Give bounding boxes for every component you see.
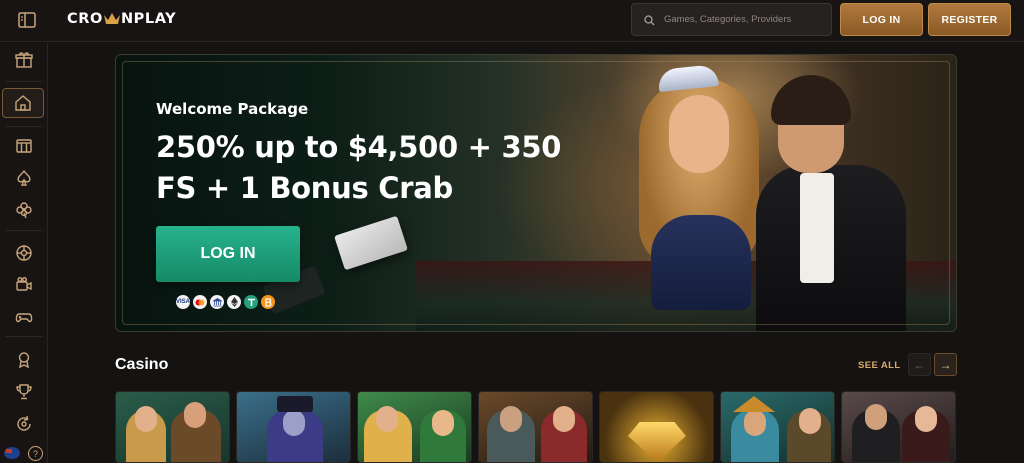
- crown-icon: [103, 13, 120, 24]
- logo-text-right: NPLAY: [120, 11, 177, 27]
- logo-text-left: CRO: [67, 11, 103, 27]
- promo-banner[interactable]: Welcome Package 250% up to $4,500 + 350 …: [115, 54, 957, 332]
- bank-icon: [210, 295, 224, 309]
- game-tile-top-hat-gentleman[interactable]: [236, 391, 351, 463]
- spade-icon: [17, 169, 31, 186]
- home-icon: [15, 95, 31, 111]
- roulette-icon: [16, 245, 32, 261]
- help-button[interactable]: ?: [28, 446, 43, 461]
- ethereum-icon: [227, 295, 241, 309]
- game-tile-leprechaun-girl[interactable]: [357, 391, 472, 463]
- game-tile-aztec-warriors[interactable]: [720, 391, 835, 463]
- sidebar-item-cashback[interactable]: [0, 409, 48, 439]
- sidebar-item-games[interactable]: [0, 302, 48, 332]
- header: CRO NPLAY LOG IN REGISTER: [0, 0, 1024, 42]
- sidebar-item-live-casino[interactable]: [0, 270, 48, 300]
- trophy-icon: [16, 384, 32, 400]
- gamepad-icon: [15, 313, 33, 323]
- casino-section-title: Casino: [115, 356, 169, 373]
- playing-card-image: [334, 215, 408, 271]
- woman-dress-image: [651, 215, 751, 310]
- sidebar-item-home[interactable]: [2, 88, 44, 118]
- sidebar-item-table-games[interactable]: [0, 163, 48, 193]
- sidebar-item-vip[interactable]: [0, 345, 48, 375]
- sidebar: [0, 43, 48, 463]
- search-box[interactable]: [631, 3, 832, 36]
- search-input[interactable]: [664, 4, 829, 35]
- sidebar-item-slots[interactable]: [0, 131, 48, 161]
- slot-machine-icon: [16, 139, 32, 153]
- sidebar-toggle-icon[interactable]: [17, 11, 37, 29]
- carousel-prev-button[interactable]: ←: [908, 353, 931, 376]
- mastercard-icon: [193, 295, 207, 309]
- banner-title: 250% up to $4,500 + 350 FS + 1 Bonus Cra…: [156, 130, 562, 205]
- payment-methods: VISA: [176, 295, 275, 309]
- search-icon: [644, 15, 655, 26]
- sidebar-item-lucky[interactable]: [0, 195, 48, 225]
- man-hair-image: [771, 75, 851, 125]
- bitcoin-icon: [261, 295, 275, 309]
- refresh-bonus-icon: [17, 415, 31, 431]
- banner-login-button[interactable]: LOG IN: [156, 226, 300, 282]
- sidebar-item-promotions[interactable]: [0, 45, 48, 75]
- language-flag-icon[interactable]: [4, 447, 20, 459]
- man-shirt-image: [800, 173, 834, 283]
- site-logo[interactable]: CRO NPLAY: [67, 11, 176, 27]
- banner-subtitle: Welcome Package: [156, 100, 309, 118]
- game-tile-viking-duo[interactable]: [115, 391, 230, 463]
- see-all-link[interactable]: SEE ALL: [858, 360, 901, 371]
- clover-icon: [16, 202, 32, 219]
- game-tile-elegant-couple[interactable]: [841, 391, 956, 463]
- tether-icon: [244, 295, 258, 309]
- gift-icon: [15, 52, 33, 68]
- login-button[interactable]: LOG IN: [840, 3, 923, 36]
- carousel-next-button[interactable]: →: [934, 353, 957, 376]
- sidebar-item-roulette[interactable]: [0, 238, 48, 268]
- game-tile-golden-diamond[interactable]: [599, 391, 714, 463]
- game-tile-pirate-crew[interactable]: [478, 391, 593, 463]
- award-ribbon-icon: [18, 352, 30, 369]
- sidebar-item-tournaments[interactable]: [0, 377, 48, 407]
- register-button[interactable]: REGISTER: [928, 3, 1011, 36]
- visa-icon: VISA: [176, 295, 190, 309]
- live-camera-icon: [16, 277, 32, 291]
- woman-face-image: [669, 95, 729, 173]
